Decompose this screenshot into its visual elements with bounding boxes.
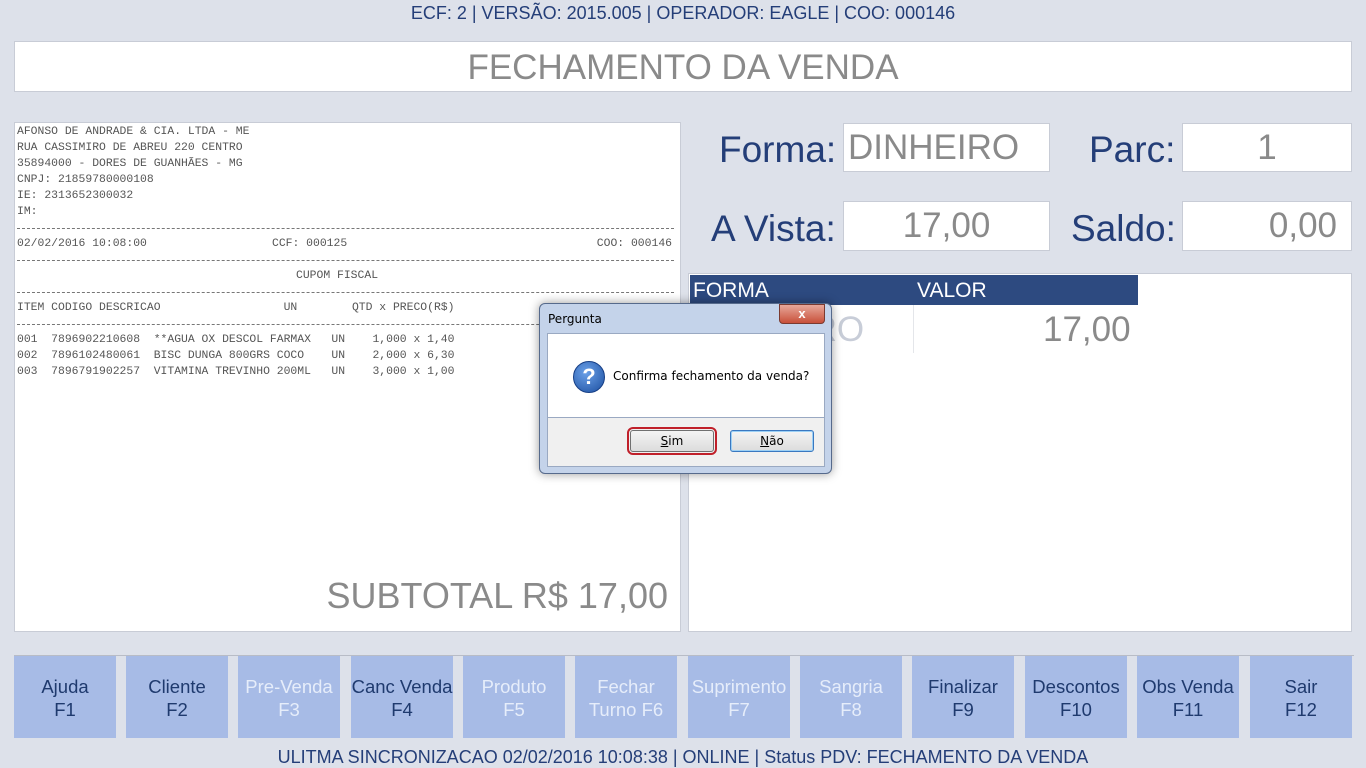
fkey-label: Suprimento bbox=[691, 676, 787, 697]
yes-label-rest: im bbox=[668, 434, 684, 448]
yes-button[interactable]: Sim bbox=[627, 427, 717, 455]
close-icon[interactable]: x bbox=[779, 304, 825, 324]
receipt-item: 002 7896102480061 BISC DUNGA 800GRS COCO… bbox=[17, 350, 455, 362]
no-accelerator: N bbox=[760, 434, 770, 448]
receipt-coo: COO: 000146 bbox=[596, 238, 672, 250]
fkey-code: F4 bbox=[391, 699, 413, 720]
fkey-cliente-button[interactable]: Cliente F2 bbox=[126, 656, 228, 738]
receipt-item: 003 7896791902257 VITAMINA TREVINHO 200M… bbox=[17, 366, 455, 378]
fkey-sangria-button[interactable]: Sangria F8 bbox=[800, 656, 902, 738]
receipt-cnpj: CNPJ: 21859780000108 bbox=[17, 174, 154, 186]
receipt-im: IM: bbox=[17, 206, 38, 218]
receipt-ccf: CCF: 000125 bbox=[272, 238, 348, 250]
status-bar: ULITMA SINCRONIZACAO 02/02/2016 10:08:38… bbox=[277, 747, 1089, 767]
saldo-label: Saldo: bbox=[1071, 208, 1176, 249]
receipt-divider bbox=[17, 292, 674, 293]
question-icon: ? bbox=[573, 361, 605, 393]
forma-label: Forma: bbox=[719, 129, 837, 170]
fkey-code: F9 bbox=[952, 699, 974, 720]
receipt-item: 001 7896902210608 **AGUA OX DESCOL FARMA… bbox=[17, 334, 455, 346]
receipt-divider bbox=[17, 260, 674, 261]
fkey-sair-button[interactable]: Sair F12 bbox=[1250, 656, 1352, 738]
fkey-label: Descontos bbox=[1032, 676, 1120, 697]
receipt-datetime: 02/02/2016 10:08:00 bbox=[17, 238, 147, 250]
confirm-dialog: Pergunta x ? Confirma fechamento da vend… bbox=[539, 303, 832, 474]
dialog-title: Pergunta bbox=[548, 312, 602, 326]
subtotal: SUBTOTAL R$ 17,00 bbox=[326, 575, 669, 616]
fkey-produto-button[interactable]: Produto F5 bbox=[463, 656, 565, 738]
payment-row-valor[interactable]: 17,00 bbox=[1043, 310, 1131, 350]
fkey-label: Sair bbox=[1284, 676, 1318, 697]
fkey-code: F11 bbox=[1172, 699, 1204, 720]
receipt-cupom-title: CUPOM FISCAL bbox=[296, 270, 379, 282]
page-title: FECHAMENTO DA VENDA bbox=[14, 41, 1352, 92]
fkey-code: F7 bbox=[728, 699, 750, 720]
column-divider bbox=[913, 305, 914, 353]
receipt-columns: ITEM CODIGO DESCRICAO UN QTD x PRECO(R$) bbox=[17, 302, 455, 314]
fkey-label: Sangria bbox=[819, 676, 883, 697]
fkey-suprimento-button[interactable]: Suprimento F7 bbox=[688, 656, 790, 738]
receipt-company: AFONSO DE ANDRADE & CIA. LTDA - ME bbox=[17, 126, 250, 138]
fkey-code: Turno F6 bbox=[588, 699, 664, 720]
parc-label: Parc: bbox=[1089, 129, 1176, 170]
fkey-label: Cliente bbox=[148, 676, 206, 697]
fkey-label: Ajuda bbox=[41, 676, 89, 697]
payment-table-header: FORMA VALOR bbox=[690, 275, 1138, 305]
fkey-code: F8 bbox=[840, 699, 862, 720]
parc-field[interactable]: 1 bbox=[1182, 123, 1352, 172]
header-status: ECF: 2 | VERSÃO: 2015.005 | OPERADOR: EA… bbox=[410, 3, 956, 23]
avista-field[interactable]: 17,00 bbox=[843, 201, 1050, 251]
fkey-code: F12 bbox=[1285, 699, 1317, 720]
fkey-label: Produto bbox=[481, 676, 547, 697]
saldo-field: 0,00 bbox=[1182, 201, 1352, 251]
fkey-ajuda-button[interactable]: Ajuda F1 bbox=[14, 656, 116, 738]
fkey-code: F2 bbox=[166, 699, 188, 720]
no-button[interactable]: Não bbox=[730, 430, 814, 452]
fkey-label: Fechar bbox=[597, 676, 655, 697]
fkey-prevenda-button[interactable]: Pre-Venda F3 bbox=[238, 656, 340, 738]
dialog-footer: Sim Não bbox=[547, 418, 825, 467]
fkey-code: F5 bbox=[503, 699, 525, 720]
fkey-label: Obs Venda bbox=[1142, 676, 1234, 697]
fkey-canc-venda-button[interactable]: Canc Venda F4 bbox=[351, 656, 453, 738]
fkey-fechar-turno-button[interactable]: Fechar Turno F6 bbox=[575, 656, 677, 738]
forma-field[interactable]: DINHEIRO bbox=[843, 123, 1050, 172]
fkey-label: Pre-Venda bbox=[245, 676, 333, 697]
dialog-body: ? Confirma fechamento da venda? bbox=[547, 333, 825, 418]
fkey-code: F3 bbox=[278, 699, 300, 720]
dialog-message: Confirma fechamento da venda? bbox=[613, 369, 810, 383]
receipt-city: 35894000 - DORES DE GUANHÃES - MG bbox=[17, 158, 243, 170]
avista-label: A Vista: bbox=[711, 208, 836, 249]
fkey-label: Canc Venda bbox=[351, 676, 453, 697]
no-label-rest: ão bbox=[769, 434, 784, 448]
fkey-label: Finalizar bbox=[928, 676, 998, 697]
receipt-divider bbox=[17, 228, 674, 229]
receipt-ie: IE: 2313652300032 bbox=[17, 190, 134, 202]
col-header-valor: VALOR bbox=[917, 279, 987, 302]
fkey-obs-venda-button[interactable]: Obs Venda F11 bbox=[1137, 656, 1239, 738]
fkey-code: F1 bbox=[54, 699, 76, 720]
receipt-address: RUA CASSIMIRO DE ABREU 220 CENTRO bbox=[17, 142, 243, 154]
function-key-bar: Ajuda F1 Cliente F2 Pre-Venda F3 Canc Venda… bbox=[14, 655, 1354, 738]
fkey-descontos-button[interactable]: Descontos F10 bbox=[1025, 656, 1127, 738]
fkey-finalizar-button[interactable]: Finalizar F9 bbox=[912, 656, 1014, 738]
fkey-code: F10 bbox=[1060, 699, 1092, 720]
